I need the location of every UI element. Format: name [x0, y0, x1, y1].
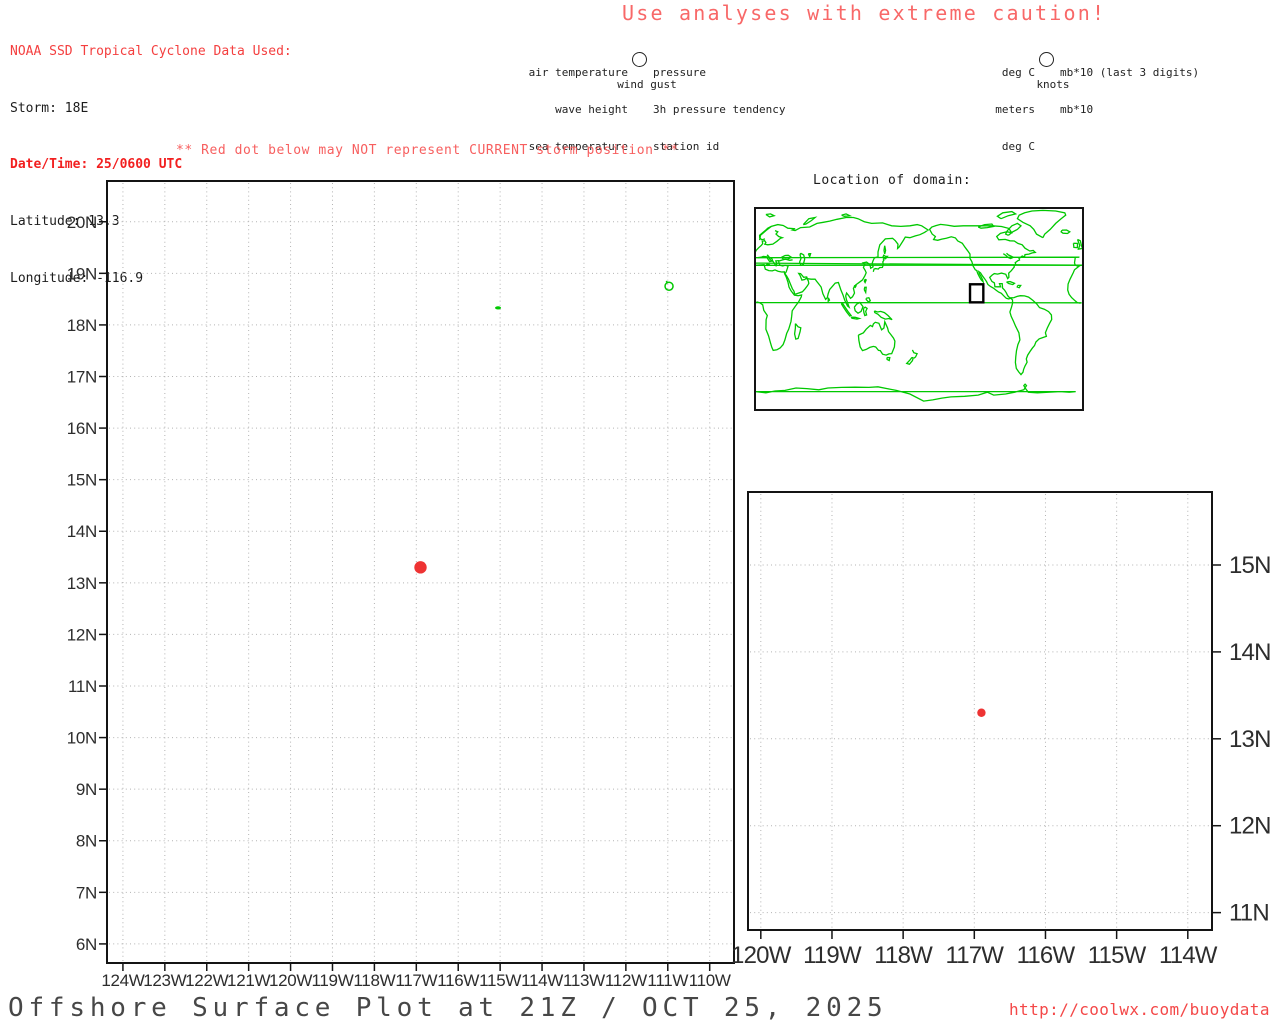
y-tick-label: 10N [67, 729, 97, 748]
x-tick-label: 118W [874, 942, 933, 969]
coastline [755, 230, 785, 253]
y-tick-label: 14N [67, 522, 97, 541]
x-tick-label: 124W [101, 971, 144, 990]
map-border [754, 207, 1084, 411]
y-tick-label: 12N [67, 625, 97, 644]
y-tick-label: 12N [1229, 813, 1271, 840]
x-tick-label: 112W [605, 971, 647, 990]
x-tick-label: 114W [1159, 942, 1218, 969]
coastline [1060, 229, 1071, 235]
y-tick-label: 16N [67, 419, 97, 438]
y-tick-label: 11N [68, 677, 97, 696]
x-tick-label: 121W [227, 971, 270, 990]
coastline [905, 356, 915, 366]
buoy-plot-page: NOAA SSD Tropical Cyclone Data Used: Sto… [0, 0, 1280, 1024]
domain-extent-box [968, 283, 985, 304]
coastline [996, 210, 1018, 220]
x-tick-label: 119W [312, 971, 354, 990]
y-tick-label: 19N [67, 264, 97, 283]
x-tick-label: 115W [479, 971, 521, 990]
y-tick-label: 15N [1229, 552, 1271, 579]
y-tick-label: 20N [67, 213, 97, 232]
coastline [755, 264, 1083, 304]
y-tick-label: 13N [67, 574, 97, 593]
coastline [1016, 284, 1022, 289]
x-tick-label: 115W [1088, 942, 1147, 969]
coastline [841, 213, 853, 217]
storm-position-dot [414, 561, 427, 574]
coastline [802, 216, 818, 226]
y-tick-label: 7N [76, 883, 97, 902]
y-tick-label: 17N [67, 368, 97, 387]
x-tick-label: 120W [269, 971, 312, 990]
coastline [1016, 209, 1067, 239]
island-outline [495, 306, 502, 310]
y-tick-label: 14N [1229, 639, 1271, 666]
coastline [827, 297, 831, 303]
coastline [883, 245, 887, 255]
x-tick-label: 118W [353, 971, 395, 990]
coastline [793, 323, 802, 340]
x-tick-label: 111W [647, 971, 688, 990]
coastline [853, 284, 858, 289]
coastline [755, 264, 803, 352]
y-tick-label: 11N [1229, 900, 1269, 927]
x-tick-label: 123W [143, 971, 186, 990]
y-tick-label: 9N [76, 780, 97, 799]
main-surface-plot: 124W123W122W121W120W 119W 118W 117W 116W 115W… [67, 180, 735, 990]
island-outline [664, 281, 674, 291]
coastline [850, 316, 862, 320]
coastline [765, 213, 776, 218]
coastlines [755, 209, 1083, 402]
y-tick-label: 8N [76, 832, 97, 851]
coastline [1072, 242, 1079, 249]
coastline [853, 301, 864, 314]
coastline [755, 383, 1076, 402]
x-tick-label: 117W [945, 942, 1004, 969]
coastline [862, 306, 868, 317]
y-tick-label: 6N [76, 935, 97, 954]
coastline [928, 223, 1053, 376]
coastline [865, 296, 872, 303]
coastline [863, 286, 867, 295]
y-tick-label: 15N [67, 471, 97, 490]
x-tick-label: 119W [803, 942, 862, 969]
y-tick-label: 13N [1229, 726, 1271, 753]
coastline [1076, 238, 1083, 251]
x-tick-label: 117W [395, 971, 437, 990]
plots-canvas: 124W123W122W121W120W 119W 118W 117W 116W 115W… [67, 180, 1271, 990]
coastline [873, 310, 893, 321]
page-title: Offshore Surface Plot at 21Z / OCT 25, 2… [8, 993, 888, 1023]
zoom-surface-plot: 120W 119W 118W 117W 116W 115W 114W 11N 12N 13N 14N… [731, 491, 1271, 969]
coastline [863, 278, 867, 284]
x-tick-label: 113W [563, 971, 605, 990]
coastline [807, 253, 812, 259]
coastline [1004, 222, 1023, 236]
source-url-link[interactable]: http://coolwx.com/buoydata [1009, 1000, 1270, 1019]
coastline [857, 319, 896, 356]
x-tick-label: 116W [437, 971, 479, 990]
coastline [886, 356, 891, 362]
storm-position-dot [977, 708, 986, 717]
location-of-domain [754, 207, 1084, 411]
x-tick-label: 116W [1017, 942, 1076, 969]
x-tick-label: 114W [521, 971, 563, 990]
y-tick-label: 18N [67, 316, 97, 335]
x-tick-label: 122W [185, 971, 228, 990]
coastline [1006, 280, 1016, 286]
x-tick-label: 120W [731, 942, 792, 969]
coastline [758, 216, 930, 310]
x-tick-label: 110W [689, 971, 731, 990]
